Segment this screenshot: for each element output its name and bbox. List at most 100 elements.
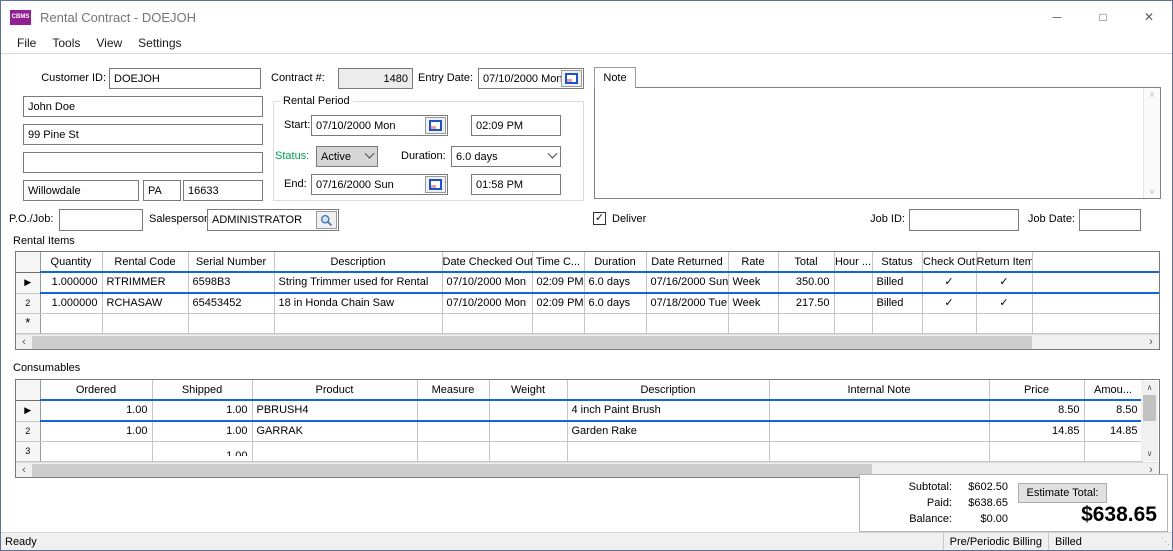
grid-cell[interactable] bbox=[872, 314, 922, 334]
column-header[interactable]: Description bbox=[567, 380, 769, 400]
city-input[interactable]: Willowdale bbox=[23, 180, 139, 201]
note-textarea[interactable] bbox=[595, 88, 1143, 198]
grid-cell[interactable] bbox=[489, 442, 567, 462]
grid-cell[interactable] bbox=[489, 421, 567, 442]
salesperson-search-button[interactable] bbox=[316, 211, 337, 229]
rental-items-hscrollbar[interactable]: ‹ › bbox=[16, 334, 1159, 349]
column-header[interactable]: Amou... bbox=[1084, 380, 1142, 400]
scrollbar-thumb[interactable] bbox=[32, 336, 1032, 349]
grid-cell[interactable] bbox=[834, 272, 872, 293]
grid-cell[interactable]: 4 inch Paint Brush bbox=[567, 400, 769, 421]
grid-cell[interactable] bbox=[40, 442, 152, 462]
job-id-input[interactable] bbox=[909, 209, 1019, 231]
row-selector-header[interactable] bbox=[16, 252, 40, 272]
grid-cell[interactable]: 1.00 bbox=[40, 400, 152, 421]
address2-input[interactable] bbox=[23, 152, 263, 173]
grid-cell[interactable] bbox=[417, 421, 489, 442]
row-selector[interactable]: ▶ bbox=[16, 272, 40, 293]
column-header[interactable]: Measure bbox=[417, 380, 489, 400]
resize-grip-icon[interactable]: ⋱ bbox=[1158, 536, 1172, 547]
column-header[interactable]: Date Checked Out bbox=[442, 252, 532, 272]
scroll-up-icon[interactable]: ∧ bbox=[1149, 90, 1155, 99]
deliver-checkbox[interactable]: ✓ bbox=[593, 212, 606, 225]
grid-cell[interactable]: 07/16/2000 Sun bbox=[646, 272, 728, 293]
estimate-total-button[interactable]: Estimate Total: bbox=[1018, 483, 1107, 503]
end-date-input[interactable]: 07/16/2000 Sun bbox=[311, 174, 448, 195]
column-header[interactable]: Total bbox=[778, 252, 834, 272]
grid-cell[interactable]: 1.00 bbox=[40, 421, 152, 442]
tab-note[interactable]: Note bbox=[594, 67, 636, 88]
grid-cell[interactable] bbox=[532, 314, 584, 334]
scroll-down-icon[interactable]: ∨ bbox=[1149, 187, 1155, 196]
column-header[interactable]: Weight bbox=[489, 380, 567, 400]
start-date-input[interactable]: 07/10/2000 Mon bbox=[311, 115, 448, 136]
column-header[interactable]: Check Out bbox=[922, 252, 976, 272]
customer-name-input[interactable]: John Doe bbox=[23, 96, 263, 117]
row-selector[interactable]: * bbox=[16, 314, 40, 334]
column-header[interactable]: Internal Note bbox=[769, 380, 989, 400]
column-header[interactable]: Rental Code bbox=[102, 252, 188, 272]
column-header[interactable]: Serial Number bbox=[188, 252, 274, 272]
grid-cell[interactable]: 18 in Honda Chain Saw bbox=[274, 293, 442, 314]
grid-cell[interactable]: 1.000000 bbox=[40, 293, 102, 314]
grid-cell[interactable] bbox=[778, 314, 834, 334]
grid-cell[interactable]: 8.50 bbox=[1084, 400, 1142, 421]
grid-cell[interactable]: 1.00 bbox=[152, 421, 252, 442]
grid-cell[interactable]: Billed bbox=[872, 272, 922, 293]
grid-cell[interactable]: Week bbox=[728, 293, 778, 314]
column-header[interactable]: Hour ... bbox=[834, 252, 872, 272]
grid-cell[interactable]: 07/10/2000 Mon bbox=[442, 293, 532, 314]
scroll-down-icon[interactable]: ∨ bbox=[1147, 447, 1153, 461]
grid-cell[interactable]: 6.0 days bbox=[584, 272, 646, 293]
row-selector[interactable]: 2 bbox=[16, 293, 40, 314]
entry-date-calendar-button[interactable] bbox=[561, 70, 582, 87]
grid-cell[interactable]: 14.85 bbox=[989, 421, 1084, 442]
grid-cell[interactable] bbox=[274, 314, 442, 334]
grid-cell[interactable] bbox=[834, 314, 872, 334]
grid-cell[interactable]: ✓ bbox=[922, 272, 976, 293]
column-header[interactable]: Return Item bbox=[976, 252, 1032, 272]
scroll-right-icon[interactable]: › bbox=[1143, 335, 1159, 349]
grid-cell[interactable] bbox=[1084, 442, 1142, 462]
grid-cell[interactable]: GARRAK bbox=[252, 421, 417, 442]
grid-cell[interactable]: 1.00 bbox=[152, 400, 252, 421]
end-time-input[interactable]: 01:58 PM bbox=[471, 174, 561, 195]
grid-cell[interactable]: Week bbox=[728, 272, 778, 293]
grid-cell[interactable] bbox=[769, 421, 989, 442]
grid-cell[interactable]: ✓ bbox=[976, 293, 1032, 314]
menu-tools[interactable]: Tools bbox=[44, 34, 88, 52]
column-header[interactable]: Shipped bbox=[152, 380, 252, 400]
grid-cell[interactable]: 02:09 PM bbox=[532, 293, 584, 314]
row-selector[interactable]: 2 bbox=[16, 421, 40, 442]
grid-cell[interactable]: 6598B3 bbox=[188, 272, 274, 293]
table-row[interactable]: ▶1.000000RTRIMMER6598B3String Trimmer us… bbox=[16, 272, 1159, 293]
grid-cell[interactable] bbox=[922, 314, 976, 334]
grid-cell[interactable]: Garden Rake bbox=[567, 421, 769, 442]
column-header[interactable]: Rate bbox=[728, 252, 778, 272]
grid-cell[interactable] bbox=[417, 400, 489, 421]
column-header[interactable]: Description bbox=[274, 252, 442, 272]
grid-cell[interactable]: 65453452 bbox=[188, 293, 274, 314]
scroll-left-icon[interactable]: ‹ bbox=[16, 335, 32, 349]
grid-cell[interactable]: RCHASAW bbox=[102, 293, 188, 314]
menu-view[interactable]: View bbox=[88, 34, 130, 52]
grid-cell[interactable]: ✓ bbox=[922, 293, 976, 314]
column-header[interactable]: Duration bbox=[584, 252, 646, 272]
grid-cell[interactable] bbox=[646, 314, 728, 334]
table-row[interactable]: 21.001.00GARRAKGarden Rake14.8514.85 bbox=[16, 421, 1142, 442]
grid-cell[interactable]: PBRUSH4 bbox=[252, 400, 417, 421]
address1-input[interactable]: 99 Pine St bbox=[23, 124, 263, 145]
column-header[interactable]: Status bbox=[872, 252, 922, 272]
grid-cell[interactable] bbox=[976, 314, 1032, 334]
scroll-left-icon[interactable]: ‹ bbox=[16, 463, 32, 477]
close-icon[interactable]: ✕ bbox=[1126, 1, 1172, 33]
grid-cell[interactable] bbox=[40, 314, 102, 334]
scrollbar-thumb[interactable] bbox=[32, 464, 872, 477]
grid-cell[interactable] bbox=[834, 293, 872, 314]
grid-cell[interactable] bbox=[417, 442, 489, 462]
grid-cell[interactable]: 1.000000 bbox=[40, 272, 102, 293]
grid-cell[interactable]: RTRIMMER bbox=[102, 272, 188, 293]
column-header[interactable]: Ordered bbox=[40, 380, 152, 400]
grid-cell[interactable]: 14.85 bbox=[1084, 421, 1142, 442]
scrollbar-thumb[interactable] bbox=[1143, 395, 1156, 421]
